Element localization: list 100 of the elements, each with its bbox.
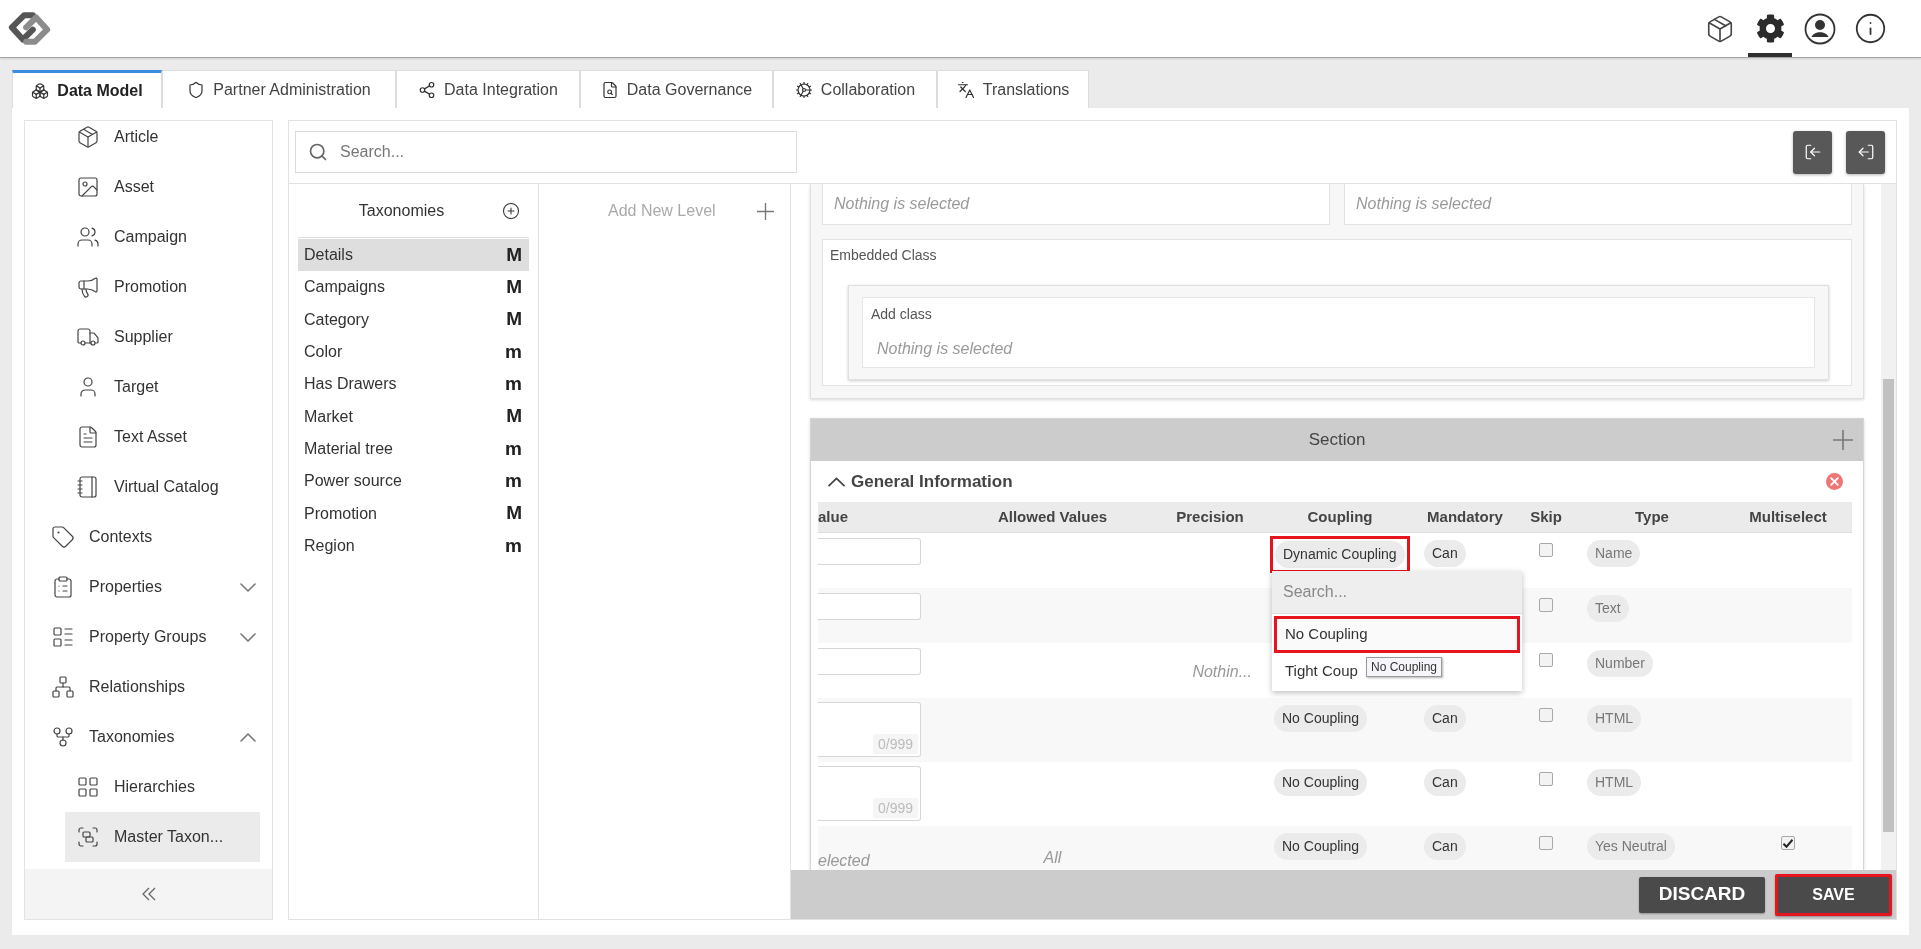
type-chip: Text — [1587, 595, 1629, 622]
skip-checkbox[interactable] — [1539, 708, 1553, 722]
coupling-select[interactable]: No Coupling — [1274, 833, 1368, 860]
group-icon — [76, 825, 100, 849]
chevrons-left-icon — [141, 887, 156, 901]
precision-text: Nothin... — [1192, 663, 1252, 682]
mode-letter: M — [506, 307, 522, 332]
sidebar-item[interactable]: Promotion — [65, 262, 260, 312]
add-class-field[interactable]: Add class Nothing is selected — [862, 297, 1815, 368]
add-circle-icon[interactable] — [502, 201, 520, 220]
allowed-values-text: All — [1043, 849, 1062, 868]
sidebar-item[interactable]: Asset — [65, 162, 260, 212]
chevron-up-icon[interactable] — [828, 476, 845, 487]
close-icon[interactable] — [1826, 473, 1843, 490]
value-text: elected — [818, 852, 870, 869]
document-search-icon — [600, 80, 619, 99]
skip-checkbox[interactable] — [1539, 772, 1553, 786]
coupling-select[interactable]: No Coupling — [1274, 769, 1368, 796]
exit-button[interactable] — [1846, 130, 1885, 174]
column-header: alue — [818, 506, 849, 527]
sidebar-item[interactable]: Master Taxon... — [65, 812, 260, 862]
skip-checkbox[interactable] — [1539, 653, 1553, 667]
megaphone-icon — [76, 275, 100, 299]
dropdown-option[interactable]: No Coupling — [1274, 616, 1520, 653]
sidebar-item[interactable]: Supplier — [65, 312, 260, 362]
plus-icon[interactable] — [1833, 430, 1853, 450]
dropdown-option[interactable]: Tight Coup — [1274, 653, 1369, 690]
taxonomy-item[interactable]: Has Drawers m — [298, 368, 529, 401]
search-field[interactable]: Search... — [295, 131, 797, 173]
taxonomy-item[interactable]: Region m — [298, 529, 529, 562]
skip-checkbox[interactable] — [1539, 543, 1553, 557]
mode-letter: M — [506, 275, 522, 300]
document-icon — [76, 425, 100, 449]
taxonomy-item[interactable]: Material tree m — [298, 432, 529, 466]
tab[interactable]: Translations — [937, 70, 1089, 108]
chevron-down-icon[interactable] — [240, 582, 256, 592]
coupling-select[interactable]: Dynamic Coupling — [1275, 541, 1405, 568]
taxonomy-item[interactable]: Market M — [298, 400, 529, 433]
mandatory-select[interactable]: Can — [1424, 833, 1466, 860]
chevron-up-icon[interactable] — [240, 732, 256, 742]
taxonomy-item[interactable]: Promotion M — [298, 497, 529, 530]
mode-letter: M — [506, 242, 522, 267]
check-icon — [1783, 838, 1793, 848]
taxonomy-item[interactable]: Details M — [298, 239, 529, 272]
user-icon — [1804, 12, 1836, 45]
skip-checkbox[interactable] — [1539, 836, 1553, 850]
sidebar-item[interactable]: Relationships — [25, 662, 272, 712]
taxonomy-item[interactable]: Campaigns M — [298, 271, 529, 304]
share-nodes-icon — [418, 80, 437, 99]
exit-icon — [1856, 143, 1875, 161]
tab[interactable]: Partner Administration — [162, 70, 396, 108]
sidebar-item[interactable]: Properties — [25, 562, 272, 612]
skip-checkbox[interactable] — [1539, 598, 1553, 612]
tab[interactable]: Collaboration — [773, 70, 937, 108]
layout-list-icon — [51, 625, 75, 649]
cog-icon — [794, 80, 813, 99]
network-icon — [51, 675, 75, 699]
clipboard-list-icon — [51, 575, 75, 599]
column-header: Precision — [1175, 506, 1245, 527]
enter-button[interactable] — [1793, 130, 1832, 174]
tab[interactable]: Data Integration — [396, 70, 580, 108]
multiselect-checkbox[interactable] — [1781, 836, 1795, 850]
search-icon — [308, 142, 328, 162]
tab[interactable]: Data Model — [12, 70, 162, 108]
sidebar-item[interactable]: Text Asset — [65, 412, 260, 462]
translate-icon — [956, 80, 975, 99]
column-header: Allowed Values — [996, 506, 1109, 527]
tooltip: No Coupling — [1366, 657, 1443, 677]
sidebar-item[interactable]: Contexts — [25, 512, 272, 562]
value-input[interactable] — [818, 648, 921, 675]
sidebar-item[interactable]: Campaign — [65, 212, 260, 262]
action-button[interactable]: DISCARD — [1639, 876, 1765, 913]
sidebar-item[interactable]: Target — [65, 362, 260, 412]
sidebar-item[interactable]: Taxonomies — [25, 712, 272, 762]
char-counter: 0/999 — [872, 798, 918, 818]
taxonomy-item[interactable]: Category M — [298, 303, 529, 336]
taxonomy-item[interactable]: Color m — [298, 335, 529, 369]
mandatory-select[interactable]: Can — [1424, 705, 1466, 732]
fork-icon — [51, 725, 75, 749]
logo-icon — [7, 12, 52, 45]
mode-letter: M — [506, 501, 522, 526]
mandatory-select[interactable]: Can — [1424, 540, 1466, 567]
sidebar-item[interactable]: Property Groups — [25, 612, 272, 662]
value-input[interactable] — [818, 538, 921, 565]
type-chip: HTML — [1587, 705, 1642, 732]
image-icon — [76, 175, 100, 199]
sidebar-item[interactable]: Article — [65, 121, 260, 162]
taxonomy-item[interactable]: Power source m — [298, 465, 529, 498]
chevron-down-icon[interactable] — [240, 632, 256, 642]
coupling-select[interactable]: No Coupling — [1274, 705, 1368, 732]
mode-letter: M — [506, 404, 522, 429]
sidebar-item[interactable]: Hierarchies — [65, 762, 260, 812]
tab[interactable]: Data Governance — [580, 70, 773, 108]
info-icon — [1853, 12, 1887, 45]
sidebar-item[interactable]: Virtual Catalog — [65, 462, 260, 512]
mandatory-select[interactable]: Can — [1424, 769, 1466, 796]
enter-icon — [1803, 143, 1822, 161]
action-button[interactable]: SAVE — [1775, 873, 1892, 916]
scrollbar-thumb[interactable] — [1883, 379, 1894, 832]
value-input[interactable] — [818, 593, 921, 620]
